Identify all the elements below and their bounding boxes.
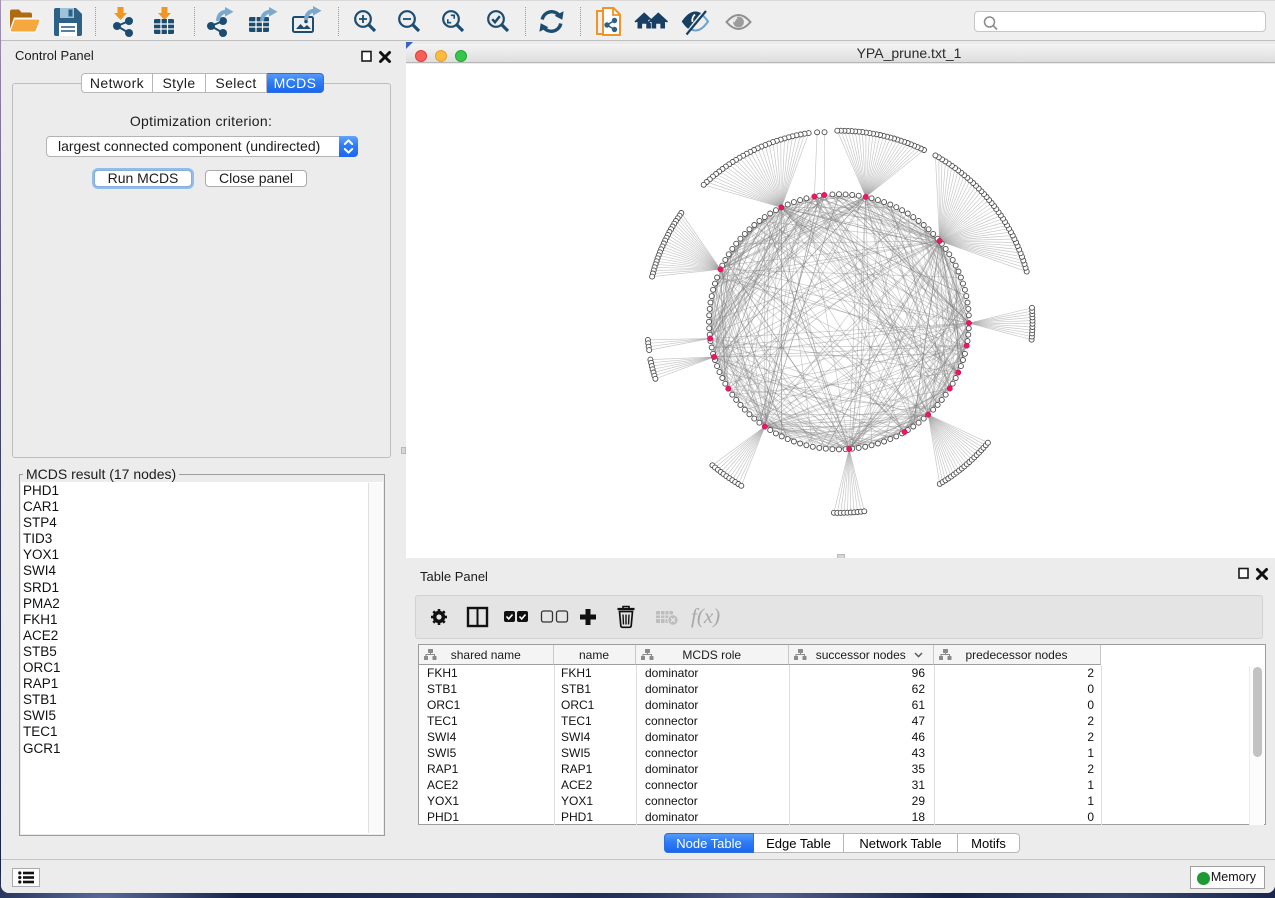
svg-text:f(x): f(x) — [691, 604, 720, 628]
